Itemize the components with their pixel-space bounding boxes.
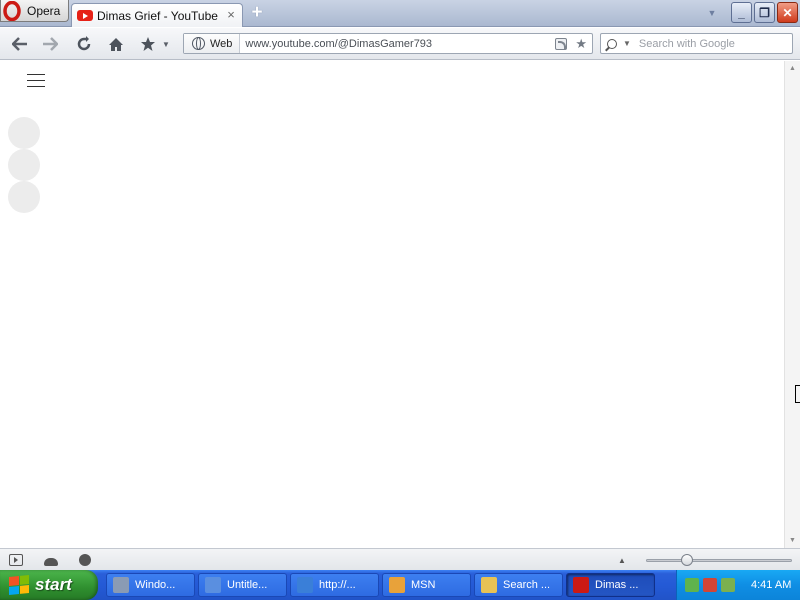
panel-toggle-icon[interactable]	[9, 554, 23, 566]
zoom-slider-track[interactable]	[646, 559, 792, 562]
taskbar-button[interactable]: http://...	[290, 573, 379, 597]
status-up-arrow-icon[interactable]: ▲	[616, 553, 628, 567]
restore-button[interactable]: ❐	[754, 2, 775, 23]
taskbar-button-label: Dimas ...	[595, 579, 639, 591]
skeleton-avatar	[8, 181, 40, 213]
star-icon	[141, 37, 155, 51]
tab-list-chevron-icon[interactable]: ▼	[705, 8, 719, 20]
taskbar-button-label: Untitle...	[227, 579, 268, 591]
bookmark-page-star-icon[interactable]: ★	[575, 36, 587, 52]
taskbar-button[interactable]: Windo...	[106, 573, 195, 597]
opera-menu-button[interactable]: Opera	[0, 0, 69, 22]
taskbar-app-icon	[389, 577, 405, 593]
guide-menu-icon[interactable]	[27, 74, 45, 88]
address-url[interactable]: www.youtube.com/@DimasGamer793	[245, 38, 555, 50]
taskbar-button-label: Search ...	[503, 579, 551, 591]
opera-logo-icon	[1, 0, 23, 22]
feed-icon[interactable]	[555, 37, 568, 50]
scroll-down-arrow-icon[interactable]: ▼	[785, 533, 800, 548]
tab-youtube[interactable]: Dimas Grief - YouTube ×	[71, 3, 243, 27]
text-cursor-icon	[795, 385, 800, 403]
home-button[interactable]	[106, 34, 126, 54]
tab-close-icon[interactable]: ×	[224, 8, 238, 22]
search-input[interactable]: Search with Google	[639, 38, 735, 50]
taskbar-button[interactable]: Untitle...	[198, 573, 287, 597]
taskbar-button-label: MSN	[411, 579, 436, 591]
search-icon	[607, 38, 617, 49]
home-icon	[109, 37, 123, 51]
taskbar-app-icon	[205, 577, 221, 593]
turbo-gauge-icon[interactable]	[77, 553, 93, 567]
taskbar-button[interactable]: Search ...	[474, 573, 563, 597]
network-error-icon[interactable]	[703, 578, 717, 592]
new-tab-button[interactable]: +	[247, 3, 267, 24]
globe-icon	[192, 37, 205, 50]
skeleton-avatar	[8, 117, 40, 149]
windows-flag-icon	[9, 574, 29, 596]
taskbar-button[interactable]: Dimas ...	[566, 573, 655, 597]
system-tray: 4:41 AM	[676, 570, 800, 600]
vertical-scrollbar[interactable]: ▲ ▼	[784, 61, 800, 548]
reload-button[interactable]	[74, 34, 94, 54]
address-badge-label: Web	[210, 37, 233, 50]
minimize-button[interactable]: _	[731, 2, 752, 23]
security-icon[interactable]	[721, 578, 735, 592]
opera-menu-label: Opera	[27, 3, 61, 18]
tab-bar: Opera Dimas Grief - YouTube × + ▼ _ ❐ ✕	[0, 0, 800, 27]
taskbar-button[interactable]: MSN	[382, 573, 471, 597]
back-button[interactable]	[10, 34, 30, 54]
taskbar-button-label: Windo...	[135, 579, 176, 591]
taskbar-app-icon	[481, 577, 497, 593]
bookmarks-dropdown-chevron-icon[interactable]: ▼	[160, 34, 172, 54]
navigation-toolbar: ▼ Web www.youtube.com/@DimasGamer793 ★ ▼…	[0, 28, 800, 60]
address-badge[interactable]: Web	[184, 34, 241, 53]
skeleton-avatar	[8, 149, 40, 181]
scroll-up-arrow-icon[interactable]: ▲	[785, 61, 800, 76]
taskbar-button-label: http://...	[319, 579, 356, 591]
opera-unite-cloud-icon[interactable]	[43, 553, 59, 567]
status-bar: ▲	[0, 548, 800, 570]
youtube-favicon-icon	[77, 10, 93, 21]
tab-title: Dimas Grief - YouTube	[97, 8, 218, 23]
forward-button[interactable]	[40, 34, 60, 54]
start-button[interactable]: start	[0, 570, 98, 600]
zoom-slider-thumb[interactable]	[681, 554, 693, 566]
arrow-right-icon	[43, 37, 58, 51]
start-label: start	[35, 575, 72, 594]
arrow-left-icon	[12, 37, 27, 51]
page-viewport	[0, 61, 784, 548]
bookmarks-button[interactable]	[138, 34, 158, 54]
taskbar-app-icon	[573, 577, 589, 593]
taskbar-app-icon	[297, 577, 313, 593]
taskbar-app-icon	[113, 577, 129, 593]
search-box[interactable]: ▼ Search with Google	[600, 33, 793, 54]
search-engine-chevron-icon[interactable]: ▼	[623, 39, 631, 48]
close-window-button[interactable]: ✕	[777, 2, 798, 23]
network-icon[interactable]	[685, 578, 699, 592]
screen: Opera Dimas Grief - YouTube × + ▼ _ ❐ ✕ …	[0, 0, 800, 600]
reload-icon	[77, 36, 91, 51]
taskbar: start Windo... Untitle... http://... MSN Sea…	[0, 570, 800, 600]
clock: 4:41 AM	[751, 579, 792, 591]
address-bar[interactable]: Web www.youtube.com/@DimasGamer793 ★	[183, 33, 593, 54]
